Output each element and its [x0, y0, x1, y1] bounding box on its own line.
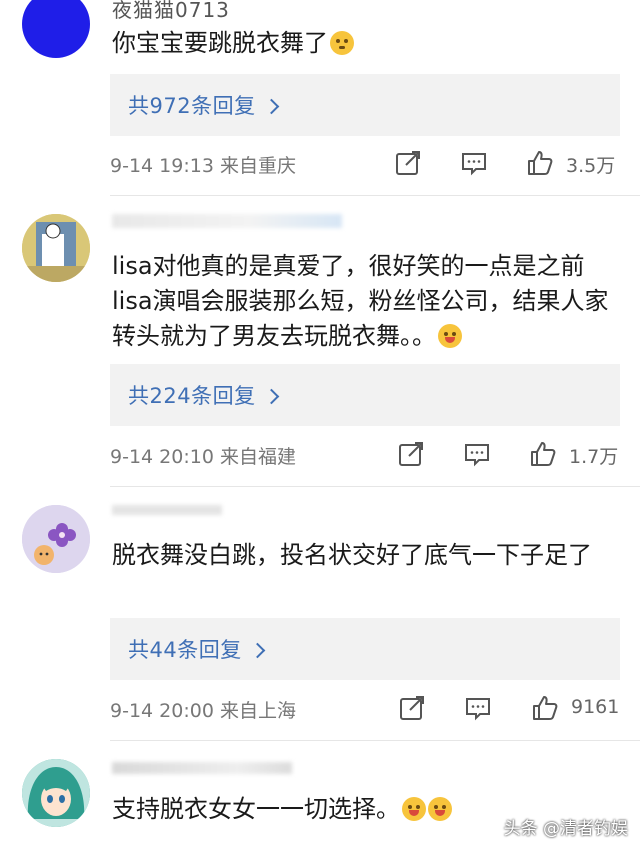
divider — [110, 195, 640, 196]
like-count: 3.5万 — [566, 155, 616, 177]
view-replies-button[interactable]: 共44条回复 — [110, 618, 620, 680]
like-icon[interactable] — [529, 440, 557, 468]
comment-meta: 9-14 20:00 来自上海 9161 — [110, 694, 630, 724]
comment-text-content: 脱衣舞没白跳，投名状交好了底气一下子足了 — [112, 541, 592, 569]
comment-icon[interactable] — [460, 149, 488, 177]
like-count: 9161 — [571, 696, 620, 718]
comment-icon[interactable] — [463, 440, 491, 468]
replies-count: 共972条回复 — [128, 94, 256, 118]
divider — [110, 740, 640, 741]
grinning-sweat-face-icon — [428, 797, 452, 821]
grinning-sweat-face-icon — [402, 797, 426, 821]
thinking-face-icon — [330, 31, 354, 55]
view-replies-button[interactable]: 共224条回复 — [110, 364, 620, 426]
comment-text-content: 支持脱衣女女一一切选择。 — [112, 795, 400, 823]
chevron-right-icon — [263, 98, 279, 114]
avatar[interactable] — [22, 759, 90, 827]
share-icon[interactable] — [397, 440, 425, 468]
timestamp-location: 9-14 20:00 来自上海 — [110, 700, 296, 722]
like-icon[interactable] — [531, 694, 559, 722]
share-icon[interactable] — [398, 694, 426, 722]
blurred-username-bar — [112, 505, 222, 515]
replies-count: 共224条回复 — [128, 384, 256, 408]
blurred-username-bar — [112, 762, 292, 774]
comment-text-content: 你宝宝要跳脱衣舞了 — [112, 29, 328, 57]
timestamp-location: 9-14 20:10 来自福建 — [110, 446, 296, 468]
view-replies-button[interactable]: 共972条回复 — [110, 74, 620, 136]
watermark: 头条 @清者钓娱 — [503, 819, 628, 839]
chevron-right-icon — [249, 642, 266, 658]
comment-meta: 9-14 19:13 来自重庆 3.5万 — [110, 149, 630, 179]
like-count: 1.7万 — [569, 446, 619, 468]
timestamp-location: 9-14 19:13 来自重庆 — [110, 155, 296, 177]
blurred-username-bar — [112, 214, 342, 228]
avatar[interactable] — [22, 214, 90, 282]
comment-icon[interactable] — [464, 694, 492, 722]
avatar[interactable] — [22, 0, 90, 58]
comment-text: lisa对他真的是真爱了，很好笑的一点是之前lisa演唱会服装那么短，粉丝怪公司… — [112, 249, 622, 354]
replies-count: 共44条回复 — [128, 638, 242, 662]
comment-meta: 9-14 20:10 来自福建 1.7万 — [110, 440, 630, 470]
comment-text: 你宝宝要跳脱衣舞了 — [112, 26, 622, 61]
chevron-right-icon — [263, 388, 279, 404]
divider — [110, 486, 640, 487]
avatar[interactable] — [22, 505, 90, 573]
comment-text-content: lisa对他真的是真爱了，很好笑的一点是之前lisa演唱会服装那么短，粉丝怪公司… — [112, 252, 609, 350]
share-icon[interactable] — [394, 149, 422, 177]
grinning-sweat-face-icon — [438, 324, 462, 348]
username[interactable]: 夜猫猫0713 — [112, 0, 230, 23]
comment-text: 脱衣舞没白跳，投名状交好了底气一下子足了 — [112, 538, 622, 573]
like-icon[interactable] — [526, 149, 554, 177]
